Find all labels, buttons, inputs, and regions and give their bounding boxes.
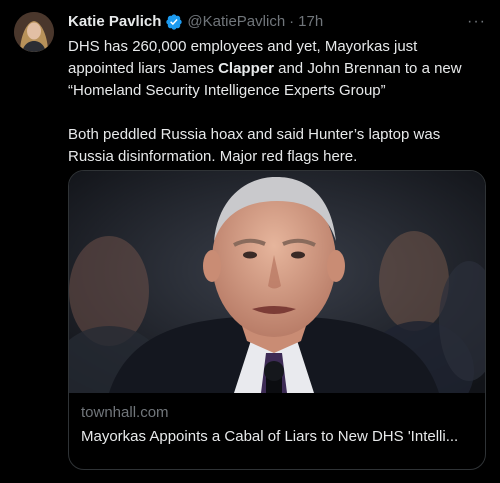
author-handle[interactable]: @KatiePavlich [187, 12, 285, 32]
more-options-icon[interactable]: ··· [467, 12, 486, 32]
verified-badge-icon [165, 13, 183, 31]
link-card-domain: townhall.com [81, 404, 169, 421]
author-name[interactable]: Katie Pavlich [68, 12, 161, 32]
link-card-title[interactable]: Mayorkas Appoints a Cabal of Liars to Ne… [81, 427, 473, 447]
tweet-content: Katie Pavlich @KatiePavlich · 17h ··· DH… [68, 12, 486, 168]
link-card[interactable]: townhall.com Mayorkas Appoints a Cabal o… [68, 170, 486, 470]
avatar-image [14, 12, 54, 52]
tweet-text-bold: Clapper [218, 60, 274, 77]
tweet-text: DHS has 260,000 employees and yet, Mayor… [68, 36, 473, 168]
tweet-paragraph-2: Both peddled Russia hoax and said Hunter… [68, 126, 441, 165]
timestamp[interactable]: 17h [298, 12, 323, 32]
tweet-header: Katie Pavlich @KatiePavlich · 17h ··· [68, 12, 486, 32]
link-card-meta: townhall.com Mayorkas Appoints a Cabal o… [69, 393, 485, 447]
tweet[interactable]: Katie Pavlich @KatiePavlich · 17h ··· DH… [0, 0, 500, 483]
avatar[interactable] [14, 12, 54, 52]
separator-dot: · [289, 13, 295, 30]
link-card-image[interactable] [69, 171, 485, 393]
tweet-paragraph-1: DHS has 260,000 employees and yet, Mayor… [68, 36, 473, 102]
